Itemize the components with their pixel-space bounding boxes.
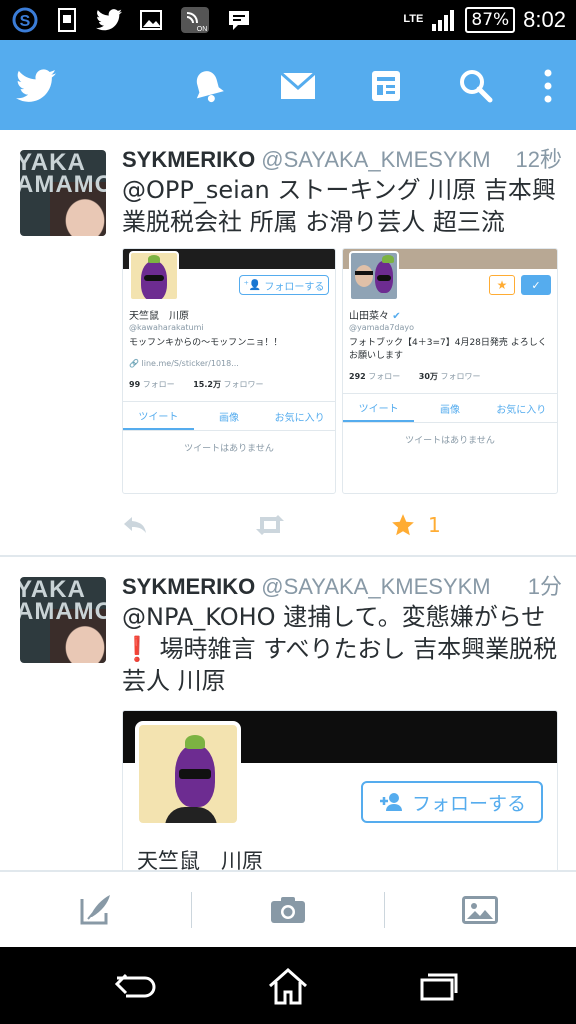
svg-text:ON: ON (197, 26, 208, 33)
card-profile-picture (135, 721, 241, 827)
tweet-header: SYKMERIKO @SAYAKA_KMESYKM 1分 (122, 575, 562, 600)
verified-icon: ✔ (392, 311, 401, 322)
home-icon[interactable] (258, 956, 318, 1016)
battery-level: 87% (465, 7, 516, 33)
tweet-author-name[interactable]: SYKMERIKO (122, 147, 255, 172)
card-profile-link[interactable]: 🔗 line.me/S/sticker/1018... (129, 359, 239, 368)
card-profile-stats: 99 フォロー 15.2万 フォロワー (129, 380, 264, 389)
card-profile-handle: @yamada7dayo (349, 323, 415, 332)
card-profile-bio: モッフンキからの〜モッフンニョ！！ (129, 338, 283, 348)
lists-icon[interactable] (364, 64, 408, 108)
notifications-icon[interactable] (186, 64, 230, 108)
add-user-icon (379, 793, 402, 811)
network-type: LTE (403, 13, 424, 25)
tweet-author-handle[interactable]: @SAYAKA_KMESYKM (261, 574, 490, 599)
reply-icon[interactable] (122, 510, 148, 540)
tweet-timestamp: 1分 (527, 574, 562, 599)
card-tab-tweets[interactable]: ツイート (343, 394, 415, 422)
back-icon[interactable] (106, 956, 166, 1016)
gallery-icon (462, 895, 499, 924)
follow-button[interactable]: ⁺👤 フォローする (239, 275, 329, 295)
star-icon (392, 514, 414, 536)
embedded-profile-card[interactable]: フォローする 天竺鼠 川原 (122, 710, 558, 870)
embedded-profile-card[interactable]: ★ ✓ 山田菜々 ✔ @yamada7dayo フォトブック【4＋3=7】4月2… (342, 248, 558, 494)
overflow-menu-icon[interactable] (526, 64, 570, 108)
tweet-author-handle[interactable]: @SAYAKA_KMESYKM (261, 147, 490, 172)
embedded-profile-card[interactable]: ⁺👤 フォローする 天竺鼠 川原 @kawaharakatumi モッフンキからの… (122, 248, 336, 494)
avatar[interactable]: YAKA AMAMO (20, 150, 106, 236)
card-tab-tweets[interactable]: ツイート (123, 402, 194, 430)
camera-button[interactable] (192, 871, 383, 948)
avatar-text: YAKA AMAMO (20, 150, 106, 198)
follow-button[interactable]: フォローする (361, 781, 543, 823)
card-profile-name: 天竺鼠 川原 (137, 849, 263, 870)
compose-bar (0, 870, 576, 947)
tweet-text: @OPP_seian ストーキング 川原 吉本興業脱税会社 所属 お滑り芸人 超… (122, 176, 556, 236)
card-tabs: ツイート 画像 お気に入り (123, 401, 335, 431)
card-profile-bio: フォトブック【4＋3=7】4月28日発売 よろしくお願いします (349, 338, 547, 361)
twitter-logo-icon[interactable] (12, 64, 60, 108)
add-user-icon: ⁺👤 (243, 279, 262, 291)
card-profile-stats: 292 フォロー 30万 フォロワー (349, 372, 481, 381)
card-empty-message: ツイートはありません (405, 436, 495, 446)
following-check-icon[interactable]: ✓ (521, 275, 551, 295)
svg-text:S: S (20, 13, 31, 30)
avatar[interactable]: YAKA AMAMO (20, 577, 106, 663)
search-icon[interactable] (454, 64, 498, 108)
tweet-actions: 1 (122, 510, 562, 540)
tweet-timestamp: 12秒 (515, 147, 562, 172)
compose-icon (80, 894, 110, 924)
twitter-icon (96, 7, 122, 33)
card-tab-favorites[interactable]: お気に入り (486, 394, 557, 422)
card-profile-handle: @kawaharakatumi (129, 323, 204, 332)
timeline[interactable]: YAKA AMAMO SYKMERIKO @SAYAKA_KMESYKM 12秒 … (0, 130, 576, 870)
signal-icon (431, 7, 457, 33)
nfc-on-icon: ON (180, 7, 210, 33)
card-empty-message: ツイートはありません (184, 444, 274, 454)
clock: 8:02 (523, 7, 566, 32)
card-profile-name: 天竺鼠 川原 (129, 311, 189, 322)
system-nav-bar (0, 947, 576, 1024)
card-profile-picture (349, 251, 399, 301)
card-tab-favorites[interactable]: お気に入り (264, 402, 335, 430)
favorite-count: 1 (428, 513, 441, 537)
favorite-action[interactable]: 1 (390, 510, 441, 540)
tweet-author-name[interactable]: SYKMERIKO (122, 574, 255, 599)
recents-icon[interactable] (410, 956, 470, 1016)
avatar-text: YAKA AMAMO (20, 577, 106, 625)
image-icon (138, 7, 164, 33)
s-app-icon: S (12, 7, 38, 33)
favorite-icon[interactable]: ★ (489, 275, 515, 295)
status-bar: S ON LTE 87% 8:02 (0, 0, 576, 40)
gallery-button[interactable] (385, 871, 576, 948)
card-tab-images[interactable]: 画像 (194, 402, 265, 430)
card-profile-name: 山田菜々 ✔ (349, 311, 401, 322)
tweet-text: @NPA_KOHO 逮捕して。変態嫌がらせ❗ 場時雑言 すべりたおし 吉本興業脱… (122, 603, 558, 695)
compose-button[interactable] (0, 871, 191, 948)
card-tabs: ツイート 画像 お気に入り (343, 393, 557, 423)
messages-icon[interactable] (276, 64, 320, 108)
retweet-icon[interactable] (254, 510, 286, 540)
card-tab-images[interactable]: 画像 (414, 394, 485, 422)
camera-icon (270, 896, 305, 923)
tweet-header: SYKMERIKO @SAYAKA_KMESYKM 12秒 (122, 148, 562, 173)
sim-icon (54, 7, 80, 33)
card-profile-picture (129, 251, 179, 301)
message-icon (226, 7, 252, 33)
tweet[interactable]: YAKA AMAMO SYKMERIKO @SAYAKA_KMESYKM 12秒 … (0, 130, 576, 555)
app-bar (0, 40, 576, 130)
